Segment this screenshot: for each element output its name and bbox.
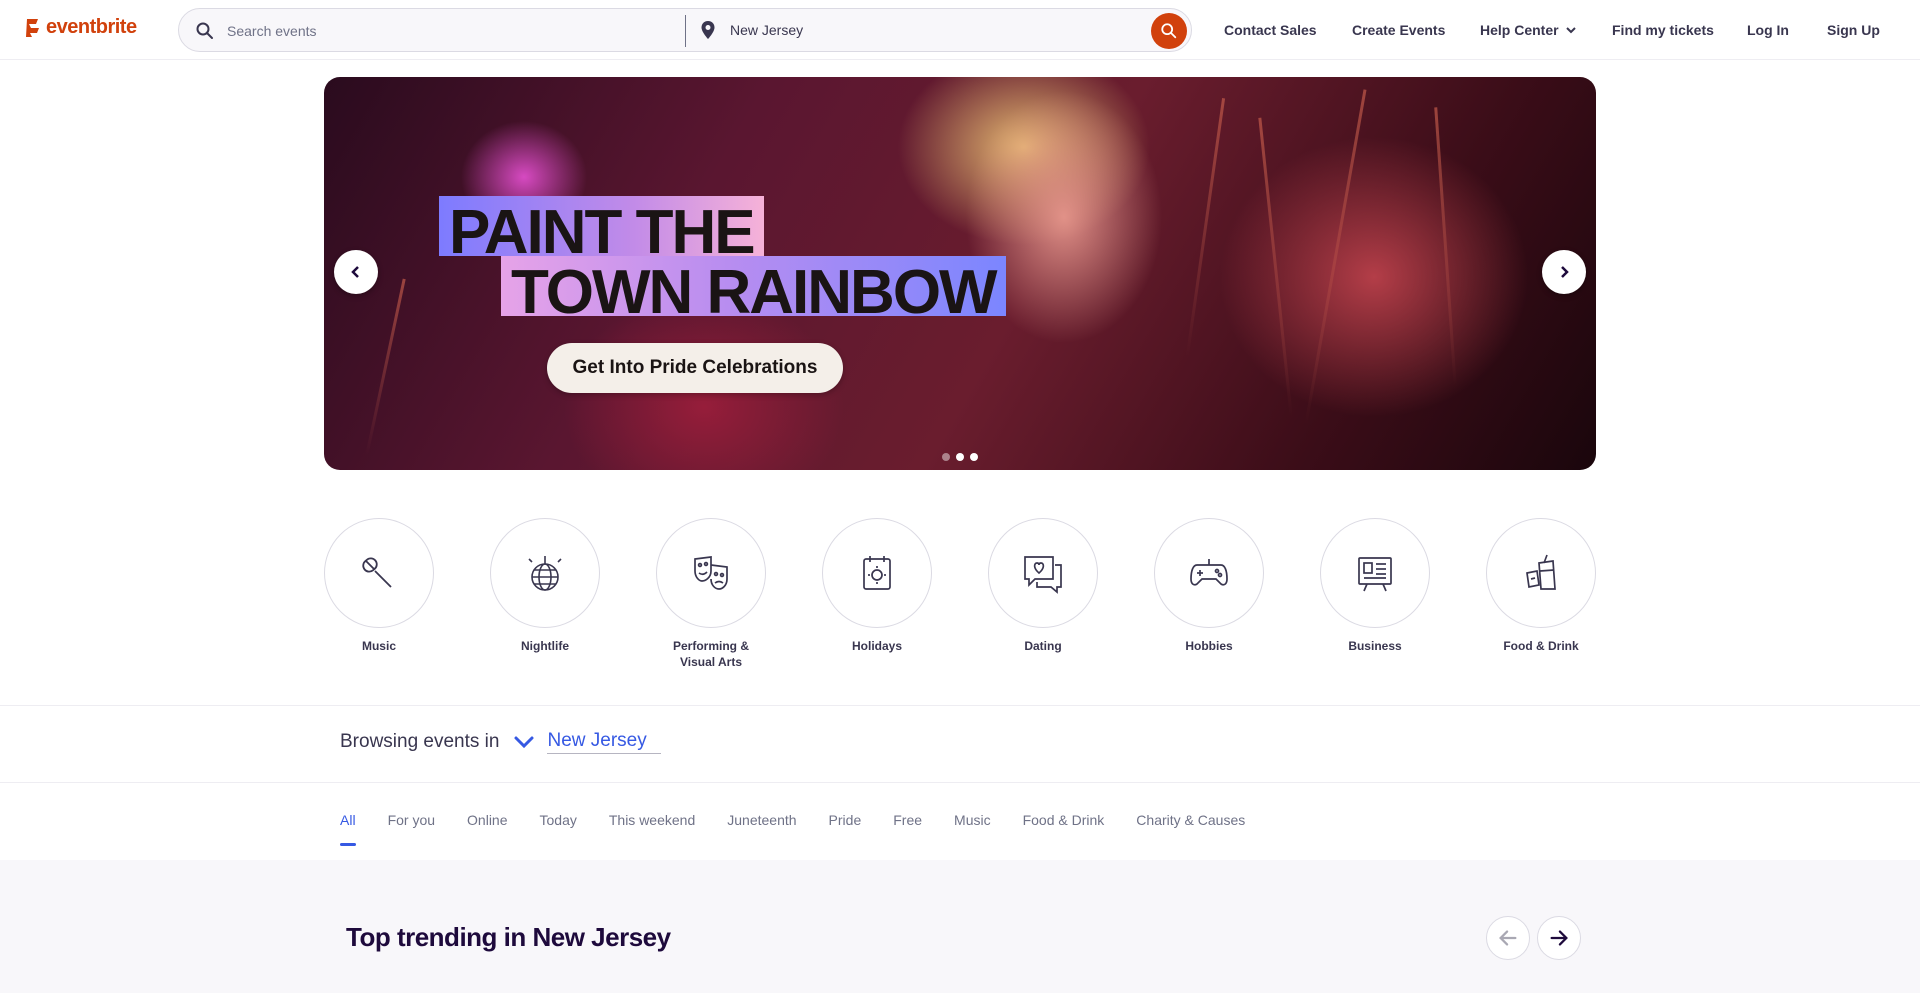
chevron-down-icon [1565,27,1576,34]
search-button-icon [1161,23,1177,39]
hero-headline-line2: TOWN RAINBOW [501,256,1006,324]
search-bar: New Jersey [178,8,1192,52]
category-circle [324,518,434,628]
section-divider [0,705,1920,706]
hero-headline-line1: PAINT THE [439,196,764,264]
tab-music[interactable]: Music [954,812,991,846]
browsing-location-value[interactable]: New Jersey [547,730,661,754]
tab-juneteenth[interactable]: Juneteenth [727,812,796,846]
trending-section [0,860,1920,993]
category-holidays[interactable]: Holidays [822,518,932,654]
nav-label: Help Center [1480,22,1559,38]
trending-next-button[interactable] [1537,916,1581,960]
gamepad-icon [1190,559,1228,586]
event-filter-tabs: All For you Online Today This weekend Ju… [340,812,1277,846]
tab-today[interactable]: Today [540,812,577,846]
search-icon [196,22,213,39]
decor-streak [1185,98,1226,356]
section-divider [0,782,1920,783]
trending-prev-button[interactable] [1486,916,1530,960]
category-circle [988,518,1098,628]
category-nightlife[interactable]: Nightlife [490,518,600,654]
browsing-location: Browsing events in New Jersey [340,730,661,754]
carousel-dot[interactable] [956,453,964,461]
arrow-left-icon [1499,930,1517,946]
category-label: Dating [1024,639,1062,653]
category-label: Holidays [851,639,902,653]
tab-pride[interactable]: Pride [829,812,862,846]
eventbrite-logo[interactable]: eventbrite [24,16,137,39]
tab-for-you[interactable]: For you [388,812,435,846]
decor-streak [1304,89,1367,425]
nav-label: Create Events [1352,22,1446,38]
category-dating[interactable]: Dating [988,518,1098,654]
search-button[interactable] [1151,13,1187,49]
hero-banner[interactable]: PAINT THE TOWN RAINBOW Get Into Pride Ce… [324,77,1596,470]
location-pin-icon [701,21,715,39]
carousel-dot[interactable] [942,453,950,461]
nav-log-in[interactable]: Log In [1747,0,1789,60]
presentation-icon [1358,557,1392,592]
tab-online[interactable]: Online [467,812,507,846]
category-circle [1486,518,1596,628]
nav-help-center[interactable]: Help Center [1480,0,1577,60]
drinks-icon [1526,554,1556,590]
disco-ball-icon [528,556,562,591]
category-circle [1154,518,1264,628]
theater-masks-icon [694,556,728,590]
logo-text: eventbrite [46,16,137,38]
decor-streak [365,278,406,456]
category-label: Nightlife [521,639,569,653]
top-header: eventbrite New Jersey Contact Sales Crea… [0,0,1920,60]
category-label: Music [361,639,396,653]
category-food-drink[interactable]: Food & Drink [1486,518,1596,654]
trending-title: Top trending in New Jersey [346,922,671,952]
location-input[interactable]: New Jersey [730,22,803,38]
category-label: Business [1348,639,1402,653]
tab-this-weekend[interactable]: This weekend [609,812,695,846]
nav-find-tickets[interactable]: Find my tickets [1612,0,1714,60]
carousel-dot[interactable] [970,453,978,461]
hero-cta-button[interactable]: Get Into Pride Celebrations [547,343,843,393]
browsing-prefix: Browsing events in [340,731,500,752]
chevron-right-icon [1561,266,1569,278]
nav-label: Sign Up [1827,22,1880,38]
nav-contact-sales[interactable]: Contact Sales [1224,0,1317,60]
category-circle [1320,518,1430,628]
arrow-right-icon [1550,930,1568,946]
decor-streak [1434,107,1457,387]
carousel-dots [942,453,978,461]
tab-charity-causes[interactable]: Charity & Causes [1136,812,1245,846]
category-circle [490,518,600,628]
hero-prev-button[interactable] [334,250,378,294]
category-business[interactable]: Business [1320,518,1430,654]
eventbrite-logo-icon [26,18,39,37]
category-label: Hobbies [1185,639,1233,653]
category-label: Food & Drink [1503,639,1579,653]
chevron-down-icon[interactable] [513,731,535,753]
search-divider [685,15,686,47]
tab-all[interactable]: All [340,812,356,846]
tab-free[interactable]: Free [893,812,922,846]
decor-streak [1258,117,1293,417]
chat-heart-icon [1024,556,1062,594]
category-hobbies[interactable]: Hobbies [1154,518,1264,654]
tab-food-drink[interactable]: Food & Drink [1023,812,1105,846]
nav-label: Find my tickets [1612,22,1714,38]
category-performing-arts[interactable]: Performing & Visual Arts [656,518,766,670]
category-circle [656,518,766,628]
category-music[interactable]: Music [324,518,434,654]
category-label: Performing & Visual Arts [672,639,749,669]
nav-label: Log In [1747,22,1789,38]
nav-sign-up[interactable]: Sign Up [1827,0,1880,60]
microphone-icon [362,557,392,588]
hero-next-button[interactable] [1542,250,1586,294]
nav-label: Contact Sales [1224,22,1317,38]
category-circle [822,518,932,628]
calendar-sun-icon [863,556,891,590]
chevron-left-icon [351,266,359,278]
nav-create-events[interactable]: Create Events [1352,0,1445,60]
